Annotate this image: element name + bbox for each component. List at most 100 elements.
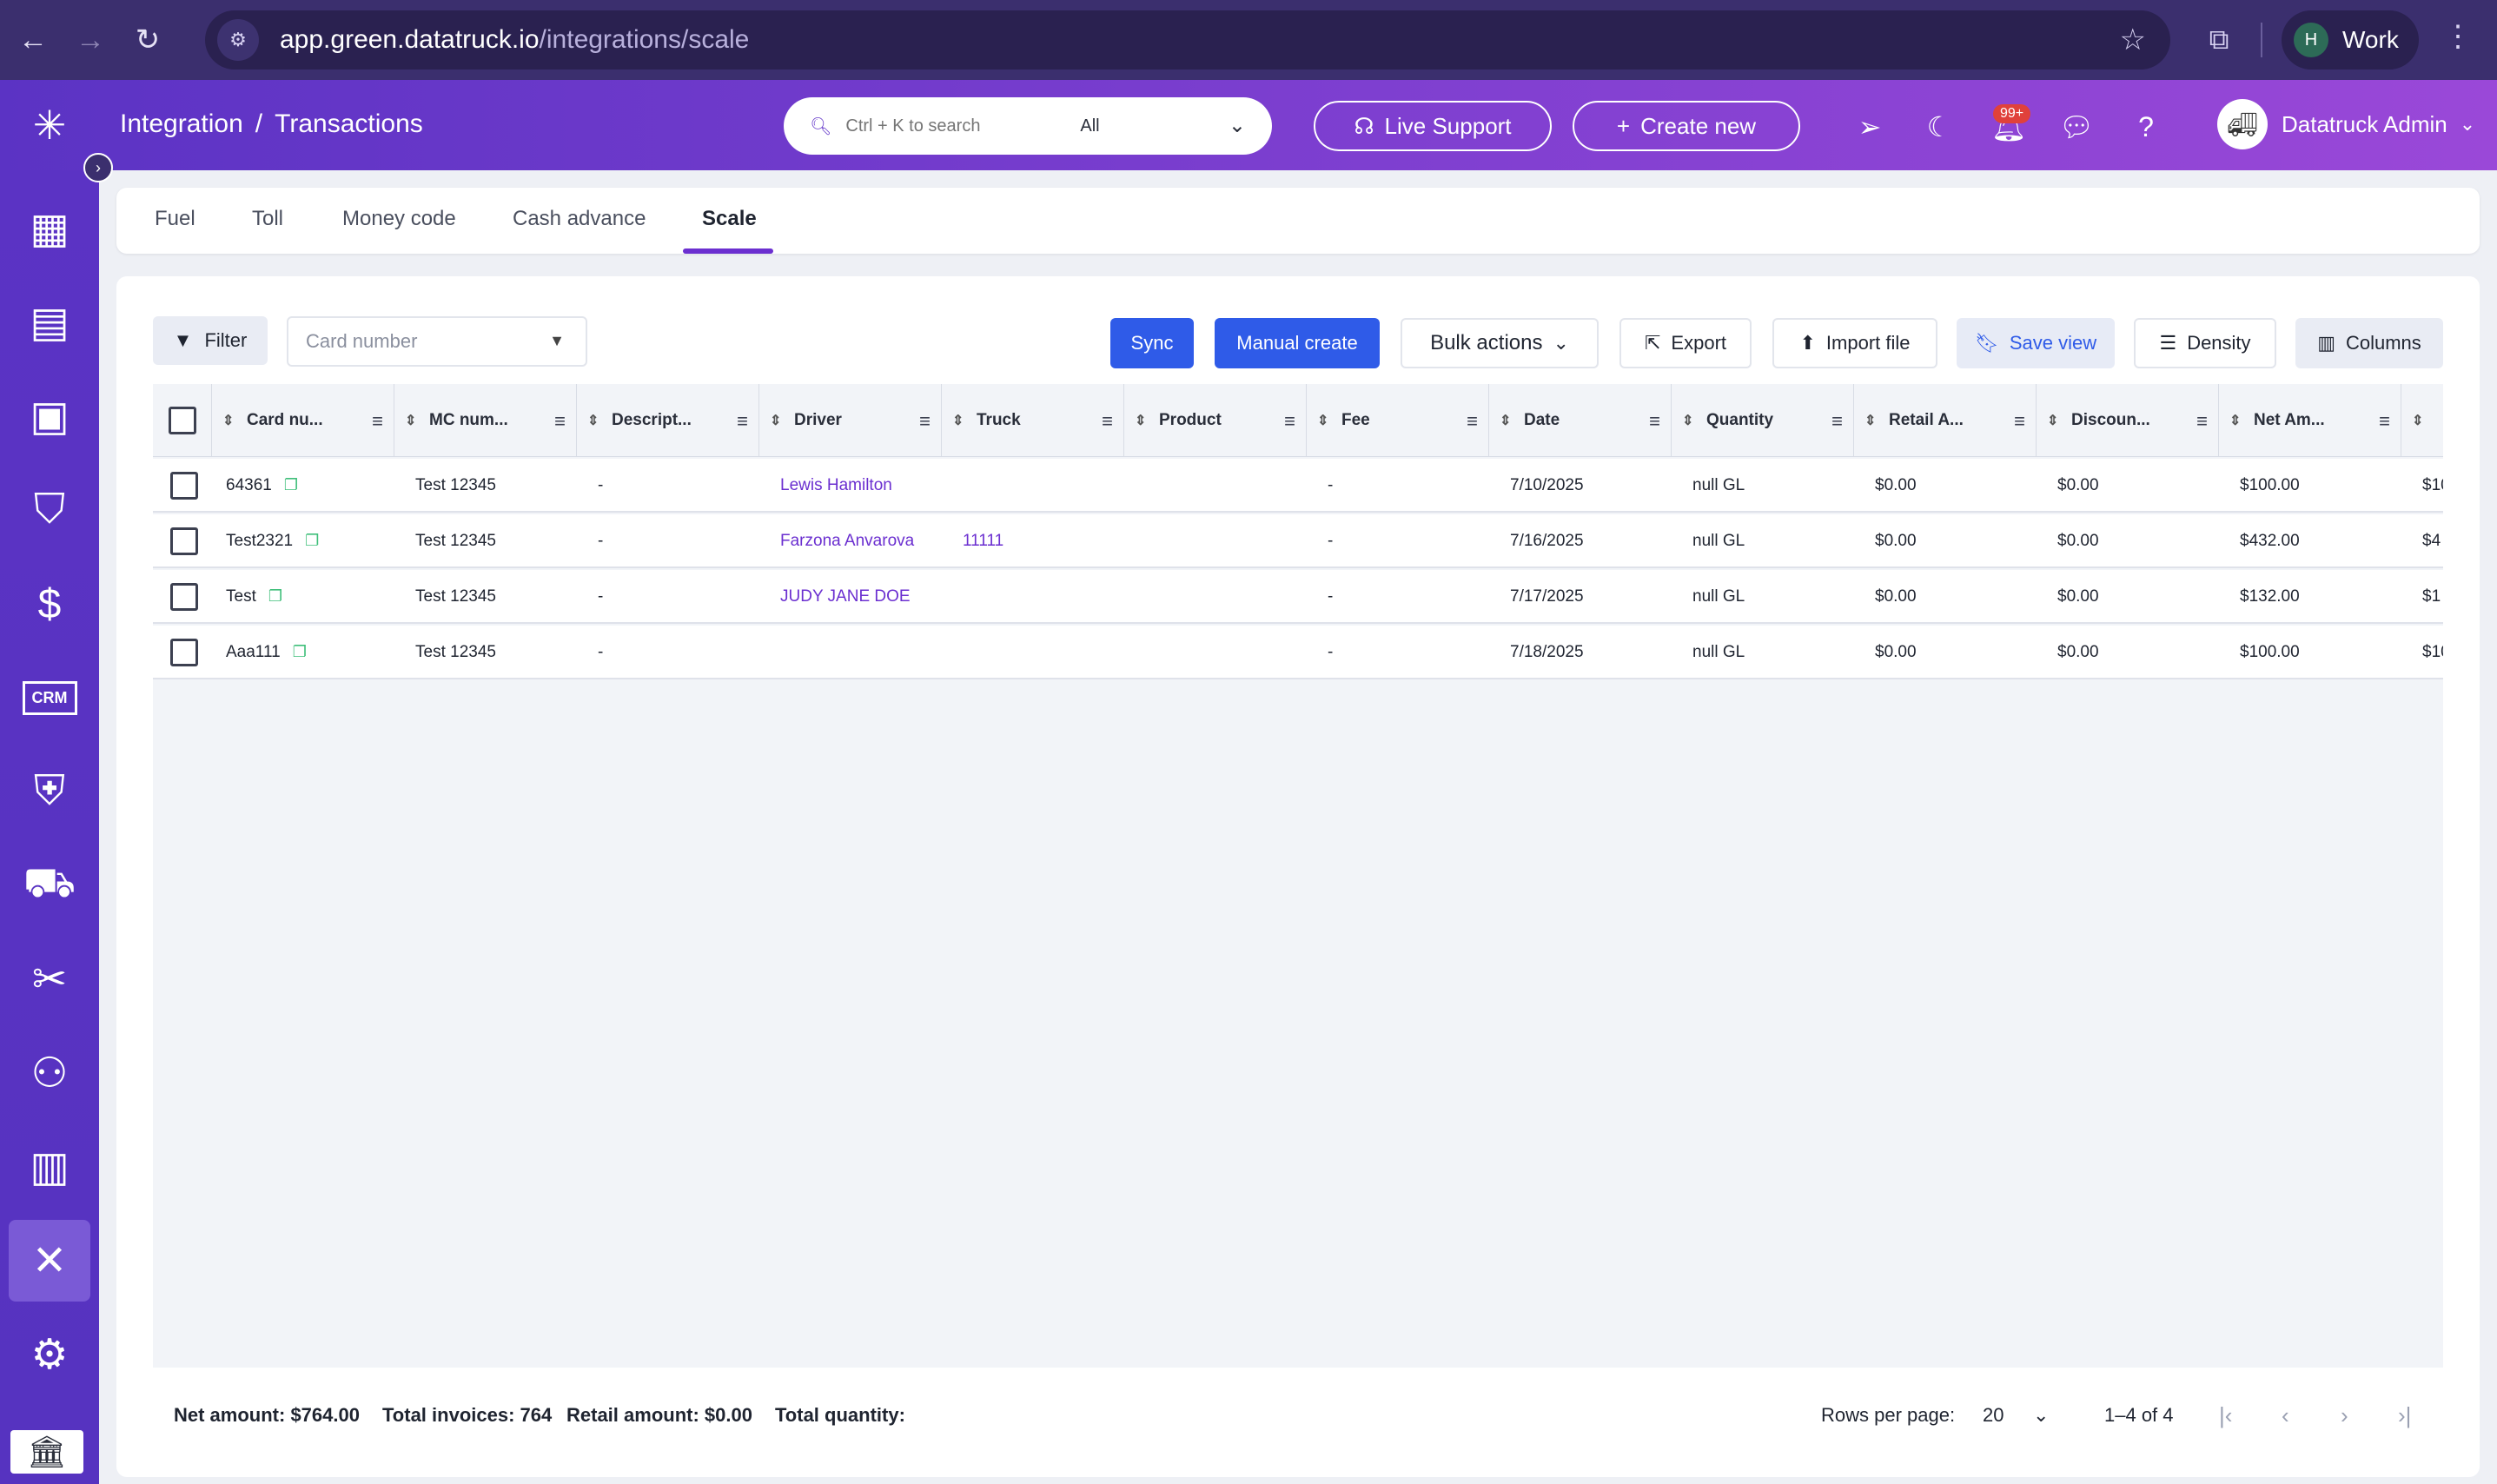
send-icon[interactable]: ➢ (1851, 108, 1889, 146)
document-icon[interactable]: ▤ (9, 282, 90, 363)
user-menu[interactable]: 🚚︎ Datatruck Admin ⌄ (2217, 99, 2475, 149)
truck-icon[interactable]: ⛟ (9, 845, 90, 926)
integration-icon[interactable]: ✕ (9, 1220, 90, 1302)
sort-icon[interactable]: ⇕ (222, 412, 236, 429)
shield-icon[interactable]: ⛨ (9, 751, 90, 832)
bulk-actions-button[interactable]: Bulk actions ⌄ (1401, 318, 1599, 368)
filter-button[interactable]: ▼ Filter (153, 316, 268, 365)
column-filter-icon[interactable]: ≡ (2196, 410, 2208, 433)
table-row[interactable]: Test2321 ❐ Test 12345 - Farzona Anvarova … (153, 514, 2443, 568)
column-filter-icon[interactable]: ≡ (372, 410, 383, 433)
chat-icon[interactable]: 💬︎ (2057, 108, 2096, 146)
select-all-checkbox[interactable] (168, 407, 196, 434)
column-filter-icon[interactable]: ≡ (1649, 410, 1660, 433)
column-filter-icon[interactable]: ≡ (737, 410, 748, 433)
row-checkbox[interactable] (170, 527, 198, 555)
sort-icon[interactable]: ⇕ (2229, 412, 2243, 429)
manual-create-button[interactable]: Manual create (1215, 318, 1380, 368)
chevron-down-icon[interactable]: ⌄ (1229, 113, 1246, 138)
app-logo-icon[interactable]: ✳ (0, 80, 99, 170)
column-filter-icon[interactable]: ≡ (2379, 410, 2390, 433)
dashboard-icon[interactable]: ▦ (9, 188, 90, 269)
sort-icon[interactable]: ⇕ (1135, 412, 1149, 429)
row-checkbox[interactable] (170, 472, 198, 500)
dollar-icon[interactable]: $ (9, 563, 90, 645)
tab-toll[interactable]: Toll (252, 207, 283, 231)
column-header-quantity[interactable]: ⇕ Quantity ≡ (1672, 384, 1854, 457)
sort-icon[interactable]: ⇕ (1317, 412, 1331, 429)
column-header-truck[interactable]: ⇕ Truck ≡ (942, 384, 1124, 457)
sort-icon[interactable]: ⇕ (405, 412, 419, 429)
sort-icon[interactable]: ⇕ (1500, 412, 1513, 429)
rows-per-page-select[interactable]: 20 (1983, 1404, 2004, 1427)
row-checkbox[interactable] (170, 639, 198, 666)
density-button[interactable]: ☰ Density (2134, 318, 2276, 368)
column-filter-icon[interactable]: ≡ (919, 410, 931, 433)
import-file-button[interactable]: ⬆ Import file (1772, 318, 1937, 368)
copy-icon[interactable]: ❐ (284, 476, 298, 494)
forward-icon[interactable]: → (66, 16, 115, 64)
card-number-select[interactable]: Card number ▼ (287, 316, 587, 367)
profile-chip[interactable]: H Work (2282, 10, 2419, 70)
save-view-button[interactable]: 🔖︎ Save view (1957, 318, 2115, 368)
column-header-net-amount[interactable]: ⇕ Net Am... ≡ (2219, 384, 2401, 457)
global-search[interactable]: 🔍︎ All ⌄ (784, 97, 1272, 155)
bookmark-star-icon[interactable]: ☆ (2120, 23, 2146, 57)
sort-icon[interactable]: ⇕ (2047, 412, 2061, 429)
browser-menu-icon[interactable]: ⋮ (2443, 19, 2473, 54)
copy-icon[interactable]: ❐ (293, 643, 307, 661)
help-icon[interactable]: ? (2127, 108, 2165, 146)
previous-page-icon[interactable]: ‹ (2282, 1402, 2289, 1429)
search-scope[interactable]: All (1080, 116, 1099, 136)
sort-icon[interactable]: ⇕ (770, 412, 784, 429)
create-new-button[interactable]: + Create new (1573, 101, 1800, 151)
address-bar[interactable]: ⚙ app.green.datatruck.io/integrations/sc… (205, 10, 2170, 70)
column-header-mc-number[interactable]: ⇕ MC num... ≡ (394, 384, 577, 457)
table-row[interactable]: 64361 ❐ Test 12345 - Lewis Hamilton - 7/1… (153, 459, 2443, 513)
url-text[interactable]: app.green.datatruck.io/integrations/scal… (280, 25, 749, 55)
column-filter-icon[interactable]: ≡ (1102, 410, 1113, 433)
tab-scale[interactable]: Scale (702, 207, 757, 231)
tools-icon[interactable]: ✂ (9, 938, 90, 1020)
column-header-product[interactable]: ⇕ Product ≡ (1124, 384, 1307, 457)
sidebar-collapse-button[interactable]: › (83, 153, 113, 182)
column-filter-icon[interactable]: ≡ (1284, 410, 1295, 433)
calendar-icon[interactable]: ▣ (9, 375, 90, 457)
tab-money-code[interactable]: Money code (342, 207, 456, 231)
copy-icon[interactable]: ❐ (268, 587, 282, 606)
export-button[interactable]: ⇱ Export (1619, 318, 1752, 368)
cell-driver[interactable]: JUDY JANE DOE (780, 587, 911, 606)
column-filter-icon[interactable]: ≡ (554, 410, 566, 433)
cell-driver[interactable]: Farzona Anvarova (780, 532, 914, 551)
site-settings-icon[interactable]: ⚙ (217, 19, 259, 61)
sort-icon[interactable]: ⇕ (587, 412, 601, 429)
tab-fuel[interactable]: Fuel (155, 207, 195, 231)
invoice-icon[interactable]: ▥ (9, 1126, 90, 1208)
column-header-fee[interactable]: ⇕ Fee ≡ (1307, 384, 1489, 457)
column-filter-icon[interactable]: ≡ (1831, 410, 1843, 433)
map-icon[interactable]: ⛉ (9, 469, 90, 551)
first-page-icon[interactable]: |‹ (2219, 1402, 2232, 1429)
building-icon[interactable]: 🏛︎ (10, 1430, 83, 1474)
column-header-date[interactable]: ⇕ Date ≡ (1489, 384, 1672, 457)
copy-icon[interactable]: ❐ (305, 532, 319, 550)
table-row[interactable]: Test ❐ Test 12345 - JUDY JANE DOE - 7/17/… (153, 570, 2443, 624)
extensions-icon[interactable]: ⧉ (2198, 19, 2240, 61)
column-header-card-number[interactable]: ⇕ Card nu... ≡ (212, 384, 394, 457)
sort-icon[interactable]: ⇕ (2412, 412, 2426, 429)
row-checkbox[interactable] (170, 583, 198, 611)
table-row[interactable]: Aaa111 ❐ Test 12345 - - 7/18/2025 null GL… (153, 626, 2443, 679)
cell-driver[interactable]: Lewis Hamilton (780, 476, 892, 495)
column-header-driver[interactable]: ⇕ Driver ≡ (759, 384, 942, 457)
chevron-down-icon[interactable]: ⌄ (2033, 1404, 2049, 1427)
dark-mode-icon[interactable]: ☾ (1920, 108, 1958, 146)
column-filter-icon[interactable]: ≡ (2014, 410, 2025, 433)
sort-icon[interactable]: ⇕ (952, 412, 966, 429)
column-header-retail-amount[interactable]: ⇕ Retail A... ≡ (1854, 384, 2037, 457)
column-header-description[interactable]: ⇕ Descript... ≡ (577, 384, 759, 457)
cell-truck[interactable]: 11111 (963, 532, 1003, 551)
users-icon[interactable]: ⚇ (9, 1032, 90, 1114)
settings-icon[interactable]: ⚙ (9, 1314, 90, 1395)
column-header-discount[interactable]: ⇕ Discoun... ≡ (2037, 384, 2219, 457)
live-support-button[interactable]: ☊ Live Support (1314, 101, 1552, 151)
